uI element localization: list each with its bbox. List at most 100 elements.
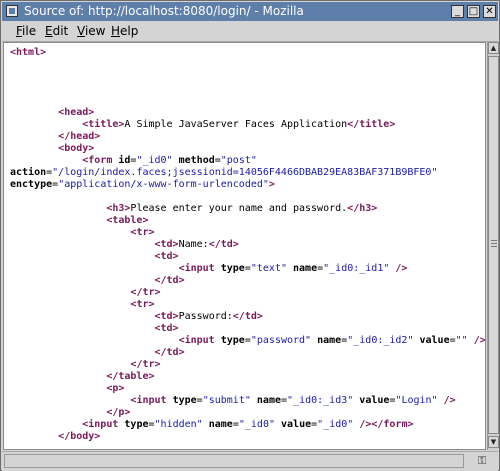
source-attribute-value: "Login" [395, 395, 438, 406]
source-line: enctype="application/x-www-form-urlencod… [10, 179, 275, 191]
menu-help[interactable]: Help [111, 24, 138, 38]
status-bar: ⚿ [2, 451, 498, 471]
source-tag: </tr> [130, 287, 161, 298]
source-line: </table> [10, 371, 155, 383]
source-line: <td> [10, 251, 179, 263]
source-attribute: name [317, 335, 342, 346]
source-attribute: name [293, 263, 318, 274]
source-line: <input type="submit" name="_id0:_id3" va… [10, 395, 456, 407]
source-attribute: action [10, 167, 47, 178]
source-tag: </td> [208, 239, 239, 250]
source-text [10, 215, 106, 226]
source-text [10, 395, 130, 406]
source-text: A Simple JavaServer Faces Application [124, 119, 348, 130]
source-tag: <td> [154, 251, 179, 262]
source-line: <td> [10, 323, 179, 335]
source-text [10, 275, 155, 286]
source-tag: /> [395, 263, 408, 274]
source-attribute: name [208, 419, 233, 430]
source-line: </p> [10, 407, 130, 419]
source-tag: <title> [82, 119, 125, 130]
source-attribute: id [118, 155, 131, 166]
source-attribute: type [220, 263, 245, 274]
source-attribute-value: "_id0" [136, 155, 173, 166]
source-text [10, 251, 155, 262]
source-line: <p> [10, 383, 124, 395]
source-line: <input type="hidden" name="_id0" value="… [10, 419, 413, 431]
source-text [10, 227, 130, 238]
source-line: <input type="password" name="_id0:_id2" … [10, 335, 485, 347]
source-tag: <input [130, 395, 173, 406]
security-lock-icon[interactable]: ⚿ [468, 454, 496, 468]
source-text [10, 131, 58, 142]
window-menu-icon[interactable] [6, 5, 18, 17]
source-text [10, 107, 58, 118]
source-text [10, 119, 82, 130]
source-attribute: value [281, 419, 312, 430]
source-attribute-value: "_id0" [238, 419, 275, 430]
source-tag: /> [443, 395, 456, 406]
close-icon[interactable]: ✕ [483, 5, 496, 18]
source-text [10, 143, 58, 154]
source-line: </tr> [10, 359, 161, 371]
source-attribute-value: "_id0" [317, 419, 354, 430]
source-line: <table> [10, 215, 148, 227]
source-text [10, 311, 155, 322]
source-line: <tr> [10, 227, 154, 239]
source-attribute: value [419, 335, 450, 346]
scroll-down-icon[interactable]: ▼ [488, 436, 499, 448]
source-text [10, 371, 106, 382]
source-text [10, 383, 106, 394]
source-attribute-value: "_id0:_id1" [323, 263, 390, 274]
source-text [10, 359, 130, 370]
source-text [10, 419, 82, 430]
source-line: <h3>Please enter your name and password.… [10, 203, 377, 215]
source-line: </td> [10, 275, 185, 287]
vertical-scrollbar[interactable]: ▲ ▼ [487, 42, 499, 450]
source-tag: </title> [347, 119, 396, 130]
source-attribute: value [359, 395, 390, 406]
window-title: Source of: http://localhost:8080/login/ … [24, 4, 304, 18]
title-bar[interactable]: Source of: http://localhost:8080/login/ … [2, 2, 498, 21]
source-attribute: enctype [10, 179, 53, 190]
menu-edit[interactable]: Edit [45, 24, 68, 38]
source-text [10, 155, 82, 166]
source-attribute-value: "/login/index.faces;jsessionid=14056F446… [52, 167, 438, 178]
source-tag: <td> [154, 311, 179, 322]
source-text [10, 407, 106, 418]
source-view[interactable]: <html> <head> <title>A Simple JavaServer… [3, 42, 486, 450]
source-text: Please enter your name and password. [130, 203, 348, 214]
source-tag: > [268, 179, 275, 190]
menu-view[interactable]: View [77, 24, 105, 38]
source-tag: </table> [106, 371, 155, 382]
status-text-area [4, 454, 464, 468]
source-tag: <head> [58, 107, 95, 118]
source-line: </tr> [10, 287, 161, 299]
source-tag: <html> [10, 47, 47, 58]
source-line: <td>Password:</td> [10, 311, 263, 323]
minimize-icon[interactable]: _ [451, 5, 464, 18]
source-attribute: name [256, 395, 281, 406]
maximize-icon[interactable]: □ [467, 5, 480, 18]
source-tag: </tr> [130, 359, 161, 370]
source-tag: <td> [154, 323, 179, 334]
source-tag: </p> [106, 407, 131, 418]
source-attribute-value: "hidden" [154, 419, 203, 430]
source-attribute-value: "text" [250, 263, 287, 274]
source-line: <html> [10, 47, 46, 59]
source-attribute: type [172, 395, 197, 406]
source-tag: </body> [58, 431, 101, 442]
menu-file[interactable]: File [16, 24, 36, 38]
source-line: action="/login/index.faces;jsessionid=14… [10, 167, 437, 179]
source-attribute-value: "submit" [202, 395, 251, 406]
menu-bar: File Edit View Help [2, 21, 498, 42]
source-attribute: type [124, 419, 149, 430]
source-line: <form id="_id0" method="post" [10, 155, 257, 167]
source-tag: </td> [154, 275, 185, 286]
source-tag: <td> [154, 239, 179, 250]
source-line: <tr> [10, 299, 154, 311]
scroll-up-icon[interactable]: ▲ [488, 42, 499, 54]
source-text [10, 299, 130, 310]
scrollbar-thumb[interactable] [488, 56, 499, 434]
source-tag: <h3> [106, 203, 131, 214]
